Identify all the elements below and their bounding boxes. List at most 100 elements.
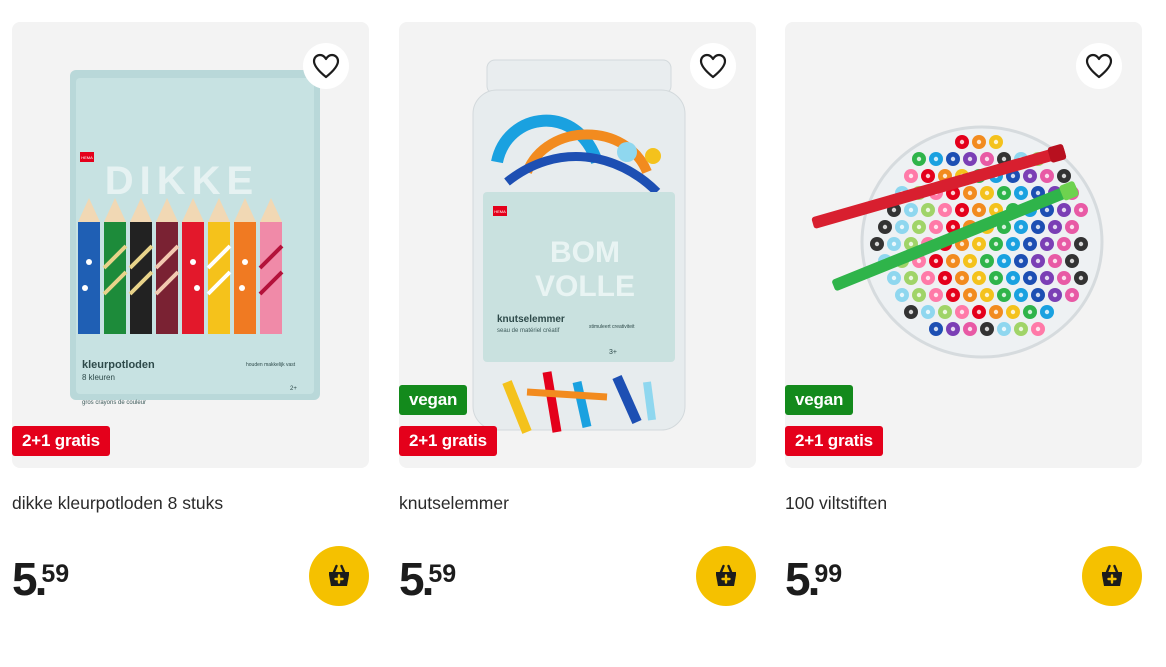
- marker-tip-center: [1035, 224, 1041, 230]
- svg-text:kleurpotloden: kleurpotloden: [82, 359, 155, 371]
- marker-tip-center: [908, 309, 914, 315]
- marker-tip-center: [891, 207, 897, 213]
- marker-tip-center: [1044, 275, 1050, 281]
- marker-tip-center: [1078, 275, 1084, 281]
- product-title[interactable]: knutselemmer: [399, 493, 509, 514]
- promo-badge: 2+1 gratis: [399, 426, 497, 456]
- add-to-cart-button[interactable]: [1082, 546, 1142, 606]
- marker-tip-center: [1044, 173, 1050, 179]
- marker-tip-center: [1010, 309, 1016, 315]
- marker-tip-center: [1052, 224, 1058, 230]
- marker-tip-center: [908, 241, 914, 247]
- svg-text:knutselemmer: knutselemmer: [497, 314, 565, 325]
- marker-tip-center: [1035, 190, 1041, 196]
- marker-tip-center: [933, 224, 939, 230]
- marker-tip-center: [1001, 292, 1007, 298]
- marker-tip-center: [874, 241, 880, 247]
- marker-tip-center: [976, 241, 982, 247]
- marker-tip-center: [942, 207, 948, 213]
- marker-tip-center: [916, 224, 922, 230]
- product-title[interactable]: dikke kleurpotloden 8 stuks: [12, 493, 223, 514]
- marker-tip-center: [950, 156, 956, 162]
- badge-list: vegan 2+1 gratis: [399, 385, 497, 456]
- product-image[interactable]: [807, 112, 1107, 362]
- svg-text:houden makkelijk vast: houden makkelijk vast: [246, 362, 296, 368]
- product-grid: HEMA DIKKE kleurpotloden 8 kleuren gros …: [0, 0, 1166, 667]
- marker-tip-center: [993, 207, 999, 213]
- marker-tip-center: [1069, 224, 1075, 230]
- marker-tip-center: [908, 275, 914, 281]
- add-to-cart-button[interactable]: [309, 546, 369, 606]
- product-image[interactable]: HEMA BOM VOLLE knutselemmer seau de maté…: [467, 52, 691, 442]
- svg-text:gros crayons de couleur: gros crayons de couleur: [82, 400, 146, 406]
- marker-tip-center: [925, 275, 931, 281]
- marker-tip-center: [1001, 326, 1007, 332]
- vegan-badge: vegan: [785, 385, 854, 415]
- marker-tip-center: [891, 275, 897, 281]
- marker-tip-center: [916, 258, 922, 264]
- marker-tip-center: [984, 292, 990, 298]
- marker-tip-center: [1018, 326, 1024, 332]
- favorite-button[interactable]: [690, 43, 736, 89]
- svg-text:seau de matériel créatif: seau de matériel créatif: [497, 328, 560, 334]
- marker-tip-center: [993, 241, 999, 247]
- marker-tip-center: [882, 224, 888, 230]
- svg-text:8 kleuren: 8 kleuren: [82, 373, 115, 382]
- badge-list: 2+1 gratis: [12, 426, 110, 456]
- product-image[interactable]: HEMA DIKKE kleurpotloden 8 kleuren gros …: [64, 70, 326, 410]
- marker-tip-center: [899, 224, 905, 230]
- marker-tip-center: [1078, 241, 1084, 247]
- vegan-badge: vegan: [399, 385, 468, 415]
- price-cents: 99: [814, 560, 843, 588]
- price-euros: 5: [399, 553, 425, 605]
- price-cents: 59: [41, 560, 70, 588]
- product-card[interactable]: HEMA DIKKE kleurpotloden 8 kleuren gros …: [12, 22, 369, 606]
- marker-tip-center: [1010, 173, 1016, 179]
- marker-tip-center: [984, 326, 990, 332]
- marker-tip-center: [1078, 207, 1084, 213]
- shopping-basket-plus-icon: [329, 564, 349, 586]
- marker-tip-center: [1052, 258, 1058, 264]
- heart-outline-icon: [1085, 53, 1113, 79]
- marker-tip-center: [976, 275, 982, 281]
- favorite-button[interactable]: [303, 43, 349, 89]
- product-image-area[interactable]: HEMA DIKKE kleurpotloden 8 kleuren gros …: [12, 22, 369, 468]
- marker-tip-center: [1027, 173, 1033, 179]
- marker-tip-center: [916, 292, 922, 298]
- marker-tip-center: [959, 207, 965, 213]
- product-title[interactable]: 100 viltstiften: [785, 493, 887, 514]
- marker-tip-center: [967, 190, 973, 196]
- marker-tip-center: [1018, 190, 1024, 196]
- marker-tip-center: [976, 309, 982, 315]
- promo-badge: 2+1 gratis: [785, 426, 883, 456]
- marker-tip-center: [1052, 292, 1058, 298]
- marker-tip-center: [959, 139, 965, 145]
- favorite-button[interactable]: [1076, 43, 1122, 89]
- product-price: 5. 59: [12, 553, 69, 605]
- marker-tip-center: [1035, 292, 1041, 298]
- marker-tip-center: [1027, 309, 1033, 315]
- price-euros: 5: [785, 553, 811, 605]
- marker-tip-center: [950, 258, 956, 264]
- marker-tip-center: [967, 326, 973, 332]
- marker-tip-center: [942, 309, 948, 315]
- heart-outline-icon: [699, 53, 727, 79]
- price-cents: 59: [428, 560, 457, 588]
- product-card[interactable]: HEMA BOM VOLLE knutselemmer seau de maté…: [399, 22, 756, 606]
- marker-tip-center: [891, 241, 897, 247]
- price-euros: 5: [12, 553, 38, 605]
- add-to-cart-button[interactable]: [696, 546, 756, 606]
- marker-tip-center: [967, 156, 973, 162]
- product-image-area[interactable]: HEMA BOM VOLLE knutselemmer seau de maté…: [399, 22, 756, 468]
- product-image-area[interactable]: vegan 2+1 gratis: [785, 22, 1142, 468]
- marker-tip-center: [950, 292, 956, 298]
- marker-tip-center: [1061, 207, 1067, 213]
- marker-tip-center: [1018, 258, 1024, 264]
- shopping-basket-plus-icon: [716, 564, 736, 586]
- marker-tip-center: [1069, 258, 1075, 264]
- marker-tip-center: [976, 139, 982, 145]
- svg-text:VOLLE: VOLLE: [535, 270, 635, 303]
- marker-tip-center: [967, 292, 973, 298]
- marker-tip-center: [908, 173, 914, 179]
- product-card[interactable]: vegan 2+1 gratis 100 viltstiften 5. 99: [785, 22, 1142, 606]
